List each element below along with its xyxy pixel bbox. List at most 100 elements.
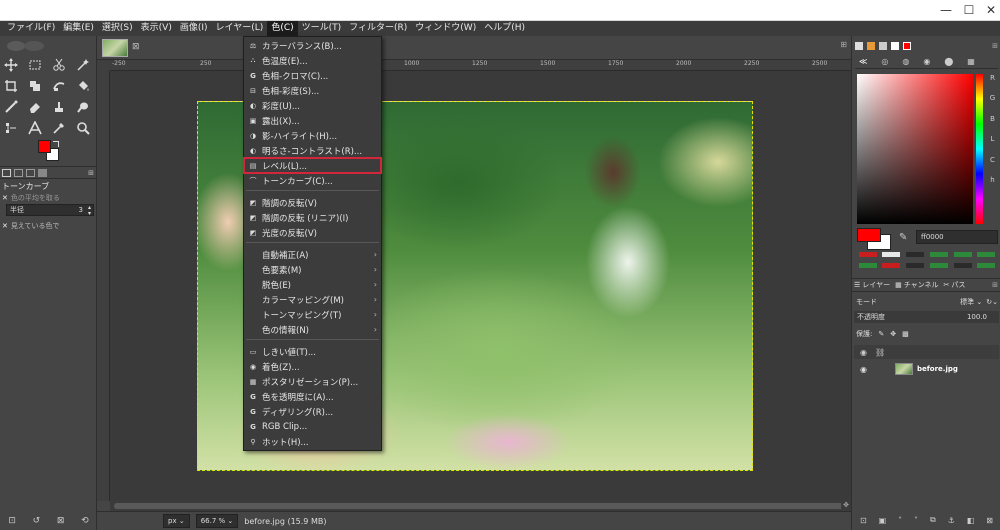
menu-help[interactable]: ヘルプ(H) bbox=[480, 21, 529, 36]
gimp-selector-icon[interactable]: ≪ bbox=[859, 57, 867, 66]
images-tab-icon[interactable] bbox=[38, 168, 47, 177]
menu-image[interactable]: 画像(I) bbox=[176, 21, 212, 36]
color-square[interactable] bbox=[857, 74, 973, 224]
duplicate-layer-icon[interactable]: ⧉ bbox=[930, 515, 936, 525]
scrollbar-thumb[interactable] bbox=[114, 503, 844, 509]
cmyk-selector-icon[interactable]: ◎ bbox=[881, 57, 888, 66]
radius-spinner[interactable]: 半径 3 ▴ ▾ bbox=[6, 204, 94, 217]
raise-layer-icon[interactable]: ˄ bbox=[898, 516, 902, 525]
tool-options-tab-icon[interactable] bbox=[2, 168, 11, 177]
menu-colors[interactable]: 色(C) bbox=[267, 21, 298, 36]
menu-layer[interactable]: レイヤー(L) bbox=[212, 21, 268, 36]
fg-bg-preview[interactable] bbox=[857, 228, 893, 252]
visibility-eye-icon[interactable]: ◉ bbox=[860, 365, 867, 374]
history-swatch[interactable] bbox=[906, 252, 924, 257]
scissors-tool-icon[interactable] bbox=[50, 56, 68, 74]
anchor-layer-icon[interactable]: ⚓ bbox=[948, 516, 955, 525]
menu-item-threshold[interactable]: ▭ しきい値(T)... bbox=[244, 344, 381, 359]
lock-alpha-icon[interactable]: ▩ bbox=[902, 330, 909, 338]
checkbox-icon[interactable]: ✕ bbox=[2, 222, 8, 230]
tool-options-menu-icon[interactable]: ⊞ bbox=[88, 169, 94, 177]
menu-windows[interactable]: ウィンドウ(W) bbox=[411, 21, 480, 36]
layers-menu-icon[interactable]: ⊞ bbox=[992, 281, 998, 289]
delete-layer-icon[interactable]: ⊠ bbox=[986, 516, 993, 525]
menu-edit[interactable]: 編集(E) bbox=[59, 21, 98, 36]
move-tool-icon[interactable] bbox=[2, 56, 20, 74]
menu-item-saturation[interactable]: ◐ 彩度(U)... bbox=[244, 98, 381, 113]
history-swatch[interactable] bbox=[977, 263, 995, 268]
channel-c-button[interactable]: C bbox=[990, 156, 995, 164]
wheel-selector-icon[interactable]: ◍ bbox=[902, 57, 909, 66]
watercolor-selector-icon[interactable]: ⬤ bbox=[944, 57, 953, 66]
menu-item-hot[interactable]: ⚲ ホット(H)... bbox=[244, 434, 381, 449]
restore-options-icon[interactable]: ↺ bbox=[33, 516, 41, 526]
smudge-tool-icon[interactable] bbox=[74, 98, 92, 116]
tab-layers[interactable]: レイヤー bbox=[862, 280, 890, 290]
canvas[interactable] bbox=[110, 71, 851, 501]
close-tab-icon[interactable]: ⊠ bbox=[132, 42, 140, 52]
menu-item-desaturate[interactable]: 脱色(E) › bbox=[244, 277, 381, 292]
menu-item-curves[interactable]: ⌒ トーンカーブ(C)... bbox=[244, 173, 381, 188]
eraser-tool-icon[interactable] bbox=[26, 98, 44, 116]
maximize-button[interactable]: ☐ bbox=[961, 2, 977, 18]
opacity-spinner[interactable]: 不透明度 100.0 bbox=[854, 311, 999, 323]
history-swatch[interactable] bbox=[882, 263, 900, 268]
horizontal-ruler[interactable]: -250 250 500 750 1000 1250 1500 1750 200… bbox=[110, 60, 851, 71]
layers-tab-icon[interactable]: ☰ bbox=[854, 281, 860, 289]
history-swatch[interactable] bbox=[954, 263, 972, 268]
navigate-icon[interactable]: ✥ bbox=[841, 501, 851, 511]
zoom-tool-icon[interactable] bbox=[74, 119, 92, 137]
menu-item-color-balance[interactable]: ⚖ カラーバランス(B)... bbox=[244, 38, 381, 53]
undo-history-tab-icon[interactable] bbox=[26, 168, 35, 177]
hex-input[interactable]: ff0000 bbox=[916, 230, 998, 244]
pattern-icon[interactable] bbox=[867, 42, 875, 50]
menu-item-shadows-highlights[interactable]: ◑ 影-ハイライト(H)... bbox=[244, 128, 381, 143]
menu-view[interactable]: 表示(V) bbox=[137, 21, 176, 36]
foreground-color-swatch[interactable] bbox=[38, 140, 51, 153]
layer-row[interactable]: ◉ before.jpg bbox=[854, 361, 999, 377]
color-picker-icon[interactable]: ✎ bbox=[899, 232, 907, 243]
new-group-icon[interactable]: ▣ bbox=[879, 516, 887, 525]
mode-reset-icon[interactable]: ↻⌄ bbox=[986, 298, 998, 306]
hue-strip[interactable] bbox=[976, 74, 983, 224]
reset-options-icon[interactable]: ⟲ bbox=[81, 516, 89, 526]
menu-item-colorize[interactable]: ◉ 着色(Z)... bbox=[244, 359, 381, 374]
menu-item-linear-invert[interactable]: ◩ 階調の反転 (リニア)(I) bbox=[244, 210, 381, 225]
ruler-corner[interactable] bbox=[97, 60, 110, 71]
scales-selector-icon[interactable]: ◉ bbox=[923, 57, 930, 66]
history-swatch[interactable] bbox=[859, 252, 877, 257]
history-swatch[interactable] bbox=[882, 252, 900, 257]
document-icon[interactable] bbox=[891, 42, 899, 50]
menu-item-hue-chroma[interactable]: G 色相-クロマ(C)... bbox=[244, 68, 381, 83]
menu-item-invert[interactable]: ◩ 階調の反転(V) bbox=[244, 195, 381, 210]
color-picker-tool-icon[interactable] bbox=[50, 119, 68, 137]
image-tab-thumbnail[interactable] bbox=[102, 39, 128, 57]
text-tool-icon[interactable] bbox=[26, 119, 44, 137]
paths-tab-icon[interactable]: ✂ bbox=[944, 281, 950, 289]
menu-item-exposure[interactable]: ▣ 露出(X)... bbox=[244, 113, 381, 128]
menu-item-brightness-contrast[interactable]: ◐ 明るさ-コントラスト(R)... bbox=[244, 143, 381, 158]
vertical-ruler[interactable] bbox=[97, 71, 110, 501]
menu-select[interactable]: 選択(S) bbox=[98, 21, 137, 36]
tab-menu-icon[interactable]: ⊞ bbox=[840, 40, 847, 49]
font-icon[interactable] bbox=[879, 42, 887, 50]
unit-selector[interactable]: px ⌄ bbox=[163, 514, 190, 528]
lock-position-icon[interactable]: ✥ bbox=[890, 330, 896, 338]
layer-name[interactable]: before.jpg bbox=[917, 365, 958, 373]
menu-item-tone-mapping[interactable]: トーンマッピング(T) › bbox=[244, 307, 381, 322]
sample-average-checkbox[interactable]: ✕ 色の平均を取る bbox=[2, 192, 96, 204]
menu-item-color-temperature[interactable]: ⛬ 色温度(E)... bbox=[244, 53, 381, 68]
menu-filters[interactable]: フィルター(R) bbox=[345, 21, 411, 36]
fg-preview[interactable] bbox=[857, 228, 881, 242]
menu-item-posterize[interactable]: ▦ ポスタリゼーション(P)... bbox=[244, 374, 381, 389]
menu-item-components[interactable]: 色要素(M) › bbox=[244, 262, 381, 277]
channel-g-button[interactable]: G bbox=[990, 94, 995, 102]
channels-tab-icon[interactable]: ▦ bbox=[895, 281, 902, 289]
channel-l-button[interactable]: L bbox=[991, 135, 995, 143]
spinner-arrows-icon[interactable]: ▴ ▾ bbox=[88, 205, 91, 217]
crop-tool-icon[interactable] bbox=[2, 77, 20, 95]
close-button[interactable]: ✕ bbox=[983, 2, 999, 18]
history-swatch[interactable] bbox=[906, 263, 924, 268]
new-layer-icon[interactable]: ⊡ bbox=[860, 516, 867, 525]
menu-item-value-invert[interactable]: ◩ 光度の反転(V) bbox=[244, 225, 381, 240]
